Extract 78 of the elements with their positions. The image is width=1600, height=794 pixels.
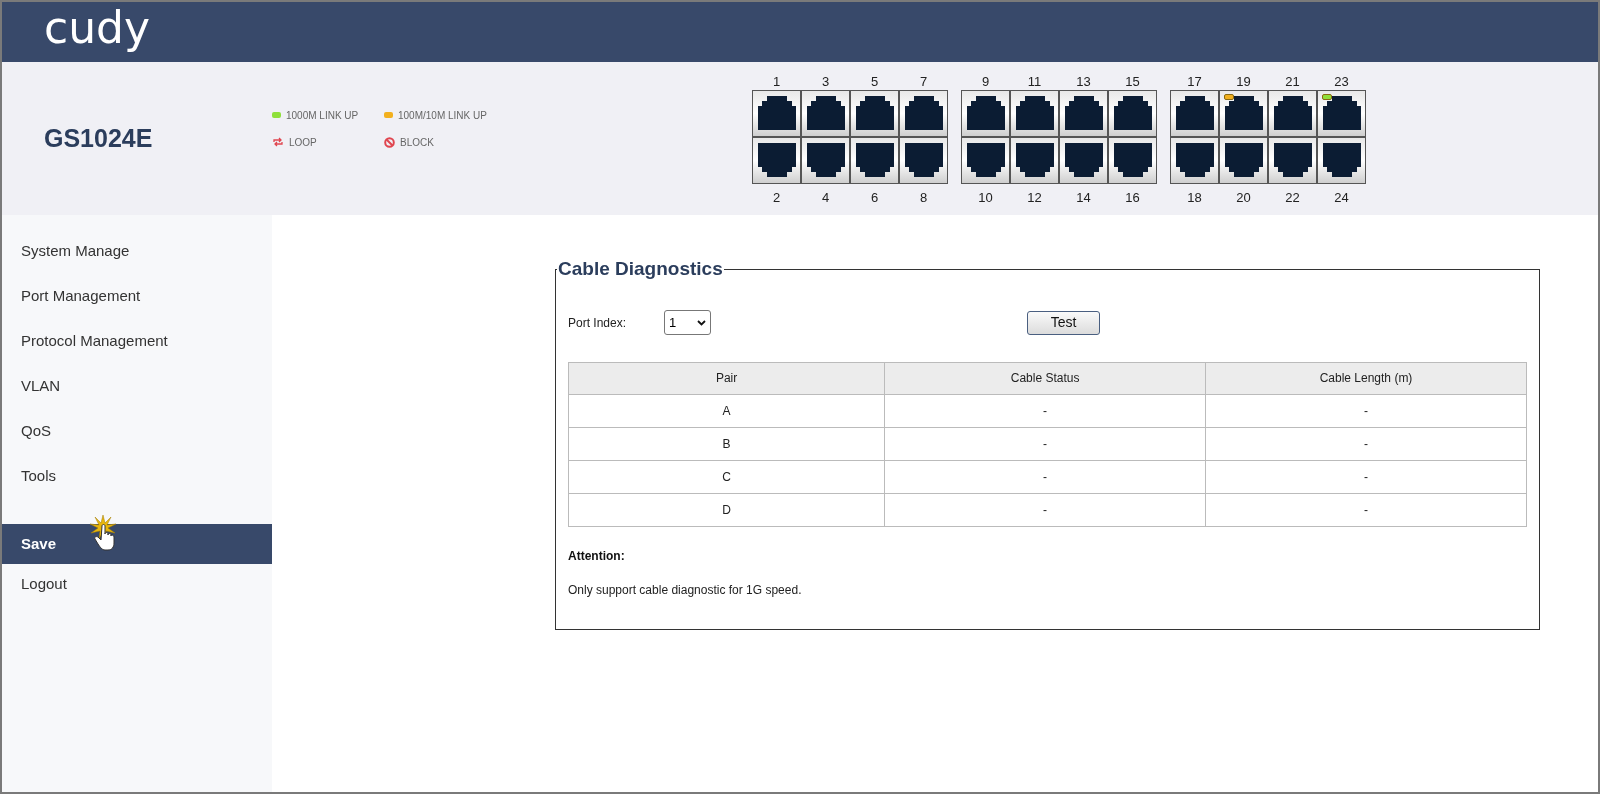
ethernet-port-icon (1268, 136, 1317, 184)
port-number: 5 (870, 72, 879, 90)
ethernet-port-icon (961, 89, 1010, 137)
model-name: GS1024E (43, 122, 154, 154)
port-number: 21 (1285, 72, 1300, 90)
nav-item[interactable]: Logout (2, 564, 272, 604)
table-cell: - (884, 460, 1206, 493)
nav-item[interactable]: Tools (2, 456, 272, 496)
port-number: 24 (1334, 188, 1349, 206)
table-cell: - (1205, 427, 1527, 460)
test-button[interactable]: Test (1027, 310, 1100, 335)
table-cell: C (568, 460, 885, 493)
port-index-select[interactable]: 1 (664, 310, 711, 335)
column-header: Cable Status (884, 362, 1206, 394)
ethernet-port-icon (1010, 136, 1059, 184)
port-number: 12 (1027, 188, 1042, 206)
port-number: 2 (772, 188, 781, 206)
ethernet-port-icon (752, 136, 801, 184)
nav-item[interactable]: QoS (2, 411, 272, 451)
port-number: 8 (919, 188, 928, 206)
chevron-down-icon (697, 319, 706, 326)
ethernet-port-icon (1108, 89, 1157, 137)
port-number: 13 (1076, 72, 1091, 90)
column-header: Pair (568, 362, 885, 394)
ethernet-port-icon (961, 136, 1010, 184)
table-cell: - (884, 427, 1206, 460)
ethernet-port-icon (850, 89, 899, 137)
ethernet-port-icon (899, 89, 948, 137)
legend-label: LOOP (289, 135, 317, 150)
port-number: 22 (1285, 188, 1300, 206)
table-cell: B (568, 427, 885, 460)
ethernet-port-icon (1059, 89, 1108, 137)
port-number: 19 (1236, 72, 1251, 90)
legend-label: 1000M LINK UP (286, 108, 359, 123)
port-number: 7 (919, 72, 928, 90)
port-number: 3 (821, 72, 830, 90)
table-cell: - (1205, 493, 1527, 526)
ethernet-port-icon (801, 89, 850, 137)
ethernet-port-icon (752, 89, 801, 137)
port-number: 14 (1076, 188, 1091, 206)
nav-item[interactable]: Port Management (2, 276, 272, 316)
port-number: 20 (1236, 188, 1251, 206)
panel-title: Cable Diagnostics (557, 257, 724, 281)
attention-title: Attention: (568, 547, 626, 565)
nav-item[interactable]: VLAN (2, 366, 272, 406)
legend-label: BLOCK (400, 135, 434, 150)
nav-item[interactable]: Protocol Management (2, 321, 272, 361)
port-number: 18 (1187, 188, 1202, 206)
port-number: 4 (821, 188, 830, 206)
ethernet-port-icon (850, 136, 899, 184)
port-number: 15 (1125, 72, 1140, 90)
nav-item[interactable]: Save (2, 524, 272, 564)
table-cell: - (884, 493, 1206, 526)
ethernet-port-icon (1059, 136, 1108, 184)
port-number: 1 (772, 72, 781, 90)
ethernet-port-icon (801, 136, 850, 184)
table-cell: - (1205, 460, 1527, 493)
table-cell: A (568, 394, 885, 427)
port-number: 11 (1027, 72, 1042, 90)
table-cell: - (1205, 394, 1527, 427)
port-number: 9 (981, 72, 990, 90)
nav-item[interactable]: System Manage (2, 231, 272, 271)
port-number: 23 (1334, 72, 1349, 90)
column-header: Cable Length (m) (1205, 362, 1527, 394)
table-cell: - (884, 394, 1206, 427)
port-number: 6 (870, 188, 879, 206)
legend-label: 100M/10M LINK UP (398, 108, 487, 123)
ethernet-port-icon (1010, 89, 1059, 137)
ethernet-port-icon (1170, 136, 1219, 184)
logo: cudy (44, 6, 151, 50)
port-number: 16 (1125, 188, 1140, 206)
port-number: 10 (978, 188, 993, 206)
ethernet-port-icon (1108, 136, 1157, 184)
port-index-label: Port Index: (568, 314, 628, 332)
table-cell: D (568, 493, 885, 526)
attention-text: Only support cable diagnostic for 1G speed. (568, 581, 803, 599)
ethernet-port-icon (899, 136, 948, 184)
port-number: 17 (1187, 72, 1202, 90)
